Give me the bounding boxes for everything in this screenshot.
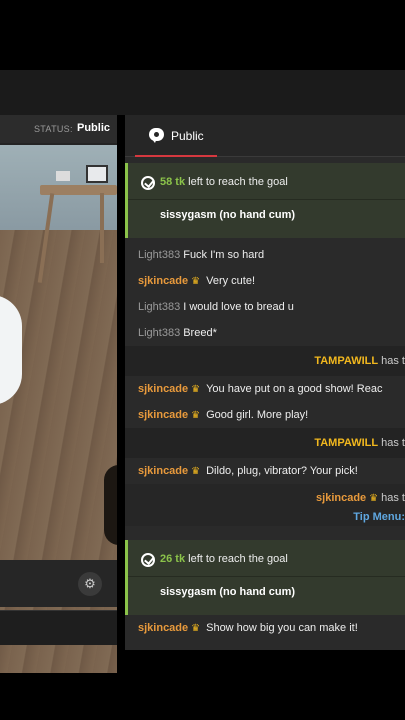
username[interactable]: Light383 xyxy=(138,327,180,339)
status-value: Public xyxy=(77,122,111,134)
crown-icon: ♛ xyxy=(191,410,201,421)
chat-message: sjkincade ♛ You have put on a good show! R… xyxy=(125,376,405,402)
message-text: Dildo, plug, vibrator? Your pick! xyxy=(206,465,358,477)
goal-notice: 26 tk left to reach the goal sissygasm (… xyxy=(125,540,405,615)
message-text: Show how big you can make it! xyxy=(206,622,358,634)
video-desk-leg xyxy=(100,193,104,263)
system-message: TAMPAWILL has t xyxy=(125,346,405,376)
divider xyxy=(128,199,405,200)
chat-message: sjkincade ♛ Good girl. More play! xyxy=(125,402,405,428)
tab-public[interactable]: Public xyxy=(135,115,217,157)
goal-amount: 26 tk xyxy=(160,553,186,565)
username[interactable]: sjkincade xyxy=(138,275,188,287)
message-text: Very cute! xyxy=(206,275,256,287)
goal-notice: 58 tk left to reach the goal sissygasm (… xyxy=(125,163,405,238)
video-object xyxy=(104,465,117,545)
crown-icon: ♛ xyxy=(191,623,201,634)
goal-check-icon xyxy=(141,176,155,190)
crown-icon: ♛ xyxy=(191,384,201,395)
chat-bubble-icon xyxy=(149,128,164,143)
username[interactable]: sjkincade xyxy=(316,492,366,504)
username[interactable]: sjkincade xyxy=(138,383,188,395)
tip-text: has t xyxy=(381,492,405,504)
status-bar: STATUS: Public xyxy=(0,115,117,143)
message-text: You have put on a good show! Reac xyxy=(206,383,383,395)
system-text: has t xyxy=(381,437,405,449)
chat-messages[interactable]: 58 tk left to reach the goal sissygasm (… xyxy=(125,163,405,641)
goal-line: 58 tk left to reach the goal xyxy=(160,176,288,188)
message-text: Fuck I'm so hard xyxy=(183,249,265,261)
goal-name: sissygasm (no hand cum) xyxy=(160,586,296,598)
message-text: Good girl. More play! xyxy=(206,409,309,421)
divider xyxy=(128,576,405,577)
goal-check-icon xyxy=(141,553,155,567)
goal-name: sissygasm (no hand cum) xyxy=(160,209,296,221)
system-message: TAMPAWILL has t xyxy=(125,428,405,458)
crown-icon: ♛ xyxy=(191,466,201,477)
username[interactable]: Light383 xyxy=(138,249,180,261)
crown-icon: ♛ xyxy=(191,276,201,287)
video-monitor xyxy=(86,165,108,183)
tip-message: sjkincade ♛ has t Tip Menu: xyxy=(125,484,405,526)
goal-amount: 58 tk xyxy=(160,176,186,188)
username[interactable]: sjkincade xyxy=(138,409,188,421)
username[interactable]: sjkincade xyxy=(138,622,188,634)
goal-line: 26 tk left to reach the goal xyxy=(160,553,288,565)
username[interactable]: TAMPAWILL xyxy=(314,437,378,449)
video-panel: STATUS: Public ⚙ xyxy=(0,115,117,673)
chat-panel: Public 58 tk left to reach the goal siss… xyxy=(125,115,405,650)
goal-text: left to reach the goal xyxy=(188,553,288,565)
chat-message: sjkincade ♛ Dildo, plug, vibrator? Your pi… xyxy=(125,458,405,484)
tab-public-label: Public xyxy=(171,129,204,143)
username[interactable]: Light383 xyxy=(138,301,180,313)
chat-message: Light383 Fuck I'm so hard xyxy=(125,242,405,268)
gear-icon[interactable]: ⚙ xyxy=(78,572,102,596)
chat-tabs: Public xyxy=(125,115,405,157)
message-text: Breed* xyxy=(183,327,217,339)
tip-menu-link[interactable]: Tip Menu: xyxy=(353,511,405,523)
system-text: has t xyxy=(381,355,405,367)
message-text: I would love to bread u xyxy=(183,301,294,313)
video-footer xyxy=(0,610,117,645)
goal-text: left to reach the goal xyxy=(188,176,288,188)
chat-message: Light383 I would love to bread u xyxy=(125,294,405,320)
chat-message: Light383 Breed* xyxy=(125,320,405,346)
crown-icon: ♛ xyxy=(369,493,379,504)
username[interactable]: TAMPAWILL xyxy=(314,355,378,367)
status-label: STATUS: xyxy=(34,124,73,134)
video-object xyxy=(56,171,70,181)
chat-message: sjkincade ♛ Very cute! xyxy=(125,268,405,294)
top-bar xyxy=(0,70,405,115)
username[interactable]: sjkincade xyxy=(138,465,188,477)
chat-message: sjkincade ♛ Show how big you can make it! xyxy=(125,615,405,641)
